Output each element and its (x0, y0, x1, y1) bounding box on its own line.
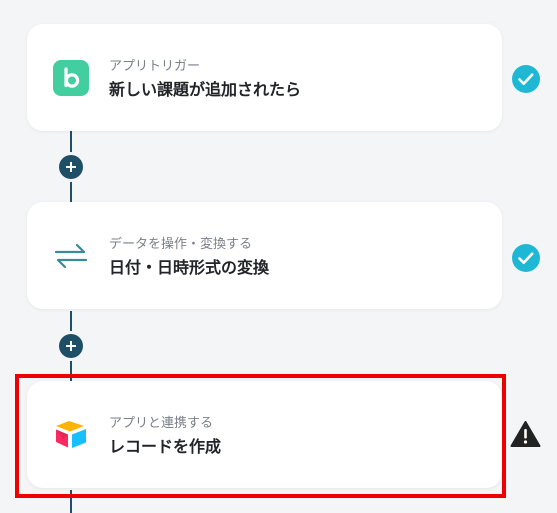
plus-icon (66, 162, 76, 172)
add-step-button[interactable] (59, 334, 83, 358)
step-title: 新しい課題が追加されたら (109, 80, 302, 99)
plus-icon (66, 341, 76, 351)
step-subtitle: アプリトリガー (109, 59, 201, 74)
step-subtitle: データを操作・変換する (109, 237, 253, 252)
warning-icon (510, 418, 541, 449)
transform-arrows-icon (51, 236, 91, 276)
add-step-button[interactable] (59, 155, 83, 179)
step-card-action[interactable]: アプリと連携する レコードを作成 (27, 381, 502, 488)
step-title: 日付・日時形式の変換 (109, 258, 270, 277)
workflow-canvas: アプリトリガー 新しい課題が追加されたら データを操作・変換する 日付・日時形式… (0, 0, 557, 513)
step-card-transform[interactable]: データを操作・変換する 日付・日時形式の変換 (27, 202, 502, 309)
check-icon (510, 63, 541, 94)
airtable-icon (51, 415, 91, 455)
connector-line (70, 490, 72, 513)
backlog-icon (51, 58, 91, 98)
step-title: レコードを作成 (109, 437, 222, 456)
check-icon (510, 242, 541, 273)
step-card-trigger[interactable]: アプリトリガー 新しい課題が追加されたら (27, 24, 502, 131)
step-subtitle: アプリと連携する (109, 416, 214, 431)
